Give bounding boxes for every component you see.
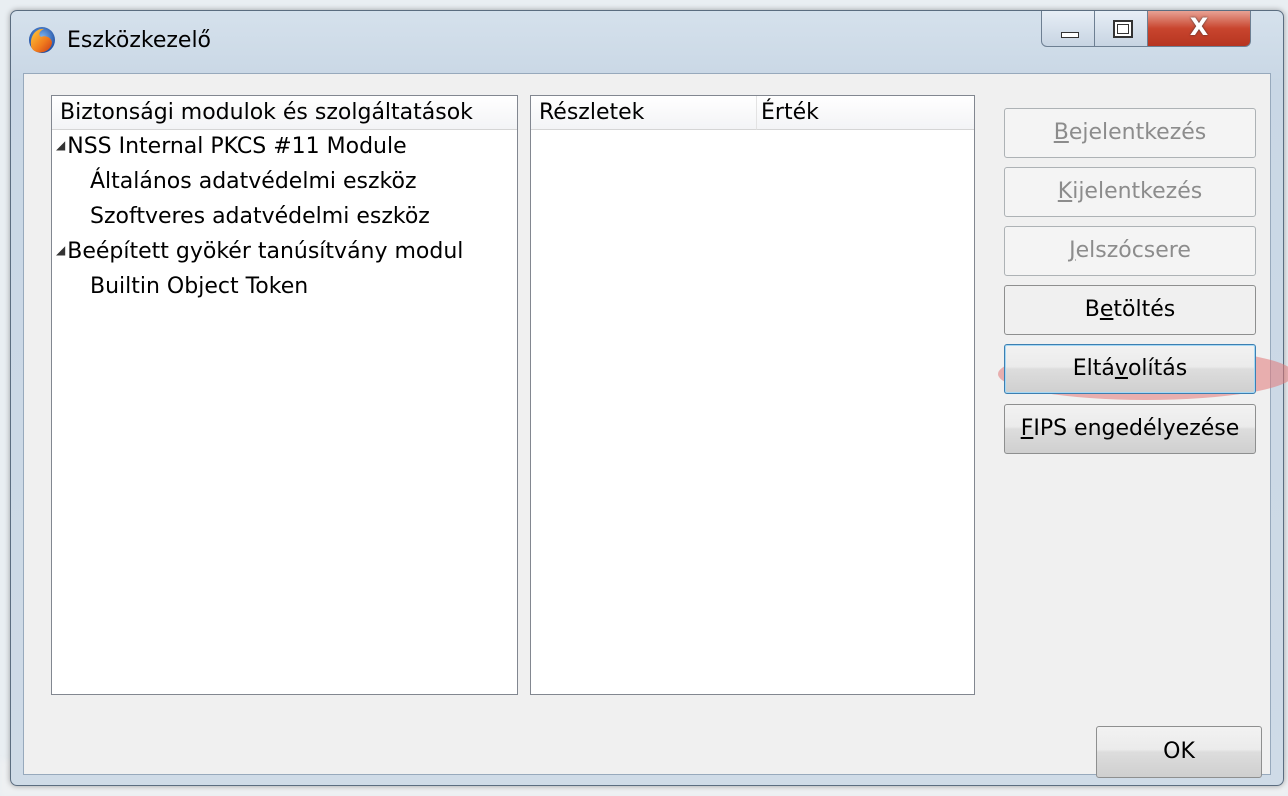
maximize-button[interactable] bbox=[1094, 11, 1148, 47]
button-label: ijelentkezés bbox=[1072, 179, 1203, 204]
tree-item-builtin-object-token[interactable]: Builtin Object Token bbox=[90, 274, 308, 299]
expanded-twisty-icon[interactable]: ◢ bbox=[56, 243, 65, 257]
button-label: IPS engedélyezése bbox=[1033, 416, 1240, 441]
enable-fips-button[interactable]: FIPS engedélyezése bbox=[1004, 404, 1256, 454]
button-label: B bbox=[1084, 297, 1100, 322]
minimize-button[interactable] bbox=[1041, 11, 1095, 47]
window-title: Eszközkezelő bbox=[67, 28, 212, 53]
login-button[interactable]: Bejelentkezés bbox=[1004, 108, 1256, 158]
firefox-icon bbox=[29, 27, 55, 53]
button-label: ejelentkezés bbox=[1068, 120, 1207, 145]
change-password-button[interactable]: Jelszócsere bbox=[1004, 226, 1256, 276]
dialog-content: Biztonsági modulok és szolgáltatások ◢NS… bbox=[23, 73, 1288, 778]
tree-item-nss-internal[interactable]: ◢NSS Internal PKCS #11 Module bbox=[56, 134, 407, 159]
unload-button[interactable]: Eltávolítás bbox=[1004, 344, 1256, 394]
accesskey: F bbox=[1020, 416, 1034, 441]
close-icon: X bbox=[1189, 13, 1209, 41]
title-bar[interactable]: Eszközkezelő X bbox=[11, 11, 1283, 73]
details-column-header[interactable]: Részletek bbox=[531, 96, 757, 130]
value-column-header[interactable]: Érték bbox=[757, 96, 974, 130]
maximize-icon bbox=[1113, 20, 1133, 38]
tree-item-label: Szoftveres adatvédelmi eszköz bbox=[90, 204, 430, 229]
expanded-twisty-icon[interactable]: ◢ bbox=[56, 138, 65, 152]
minimize-icon bbox=[1061, 32, 1079, 38]
button-label: Eltá bbox=[1072, 356, 1115, 381]
close-button[interactable]: X bbox=[1147, 11, 1251, 47]
tree-item-label: Beépített gyökér tanúsítvány modul bbox=[67, 239, 464, 264]
button-label: elszócsere bbox=[1075, 238, 1191, 263]
logout-button[interactable]: Kijelentkezés bbox=[1004, 167, 1256, 217]
device-manager-dialog: Eszközkezelő X Biztonsági modulok és szo… bbox=[10, 10, 1288, 786]
accesskey: v bbox=[1114, 356, 1128, 381]
tree-item-software-security-device[interactable]: Szoftveres adatvédelmi eszköz bbox=[90, 204, 430, 229]
modules-column-header[interactable]: Biztonsági modulok és szolgáltatások bbox=[52, 96, 517, 130]
details-table[interactable]: Részletek Érték bbox=[530, 95, 975, 695]
accesskey: e bbox=[1099, 297, 1114, 322]
tree-item-general-security-device[interactable]: Általános adatvédelmi eszköz bbox=[90, 169, 417, 194]
ok-button[interactable]: OK bbox=[1096, 726, 1262, 778]
button-label: olítás bbox=[1127, 356, 1188, 381]
button-label: töltés bbox=[1113, 297, 1176, 322]
accesskey: K bbox=[1057, 179, 1073, 204]
tree-item-label: Builtin Object Token bbox=[90, 274, 309, 299]
tree-item-label: NSS Internal PKCS #11 Module bbox=[67, 134, 407, 159]
tree-item-label: Általános adatvédelmi eszköz bbox=[90, 169, 417, 194]
load-button[interactable]: Betöltés bbox=[1004, 285, 1256, 335]
tree-item-builtin-roots-module[interactable]: ◢Beépített gyökér tanúsítvány modul bbox=[56, 239, 463, 264]
modules-tree[interactable]: Biztonsági modulok és szolgáltatások ◢NS… bbox=[51, 95, 518, 695]
accesskey: B bbox=[1053, 120, 1069, 145]
